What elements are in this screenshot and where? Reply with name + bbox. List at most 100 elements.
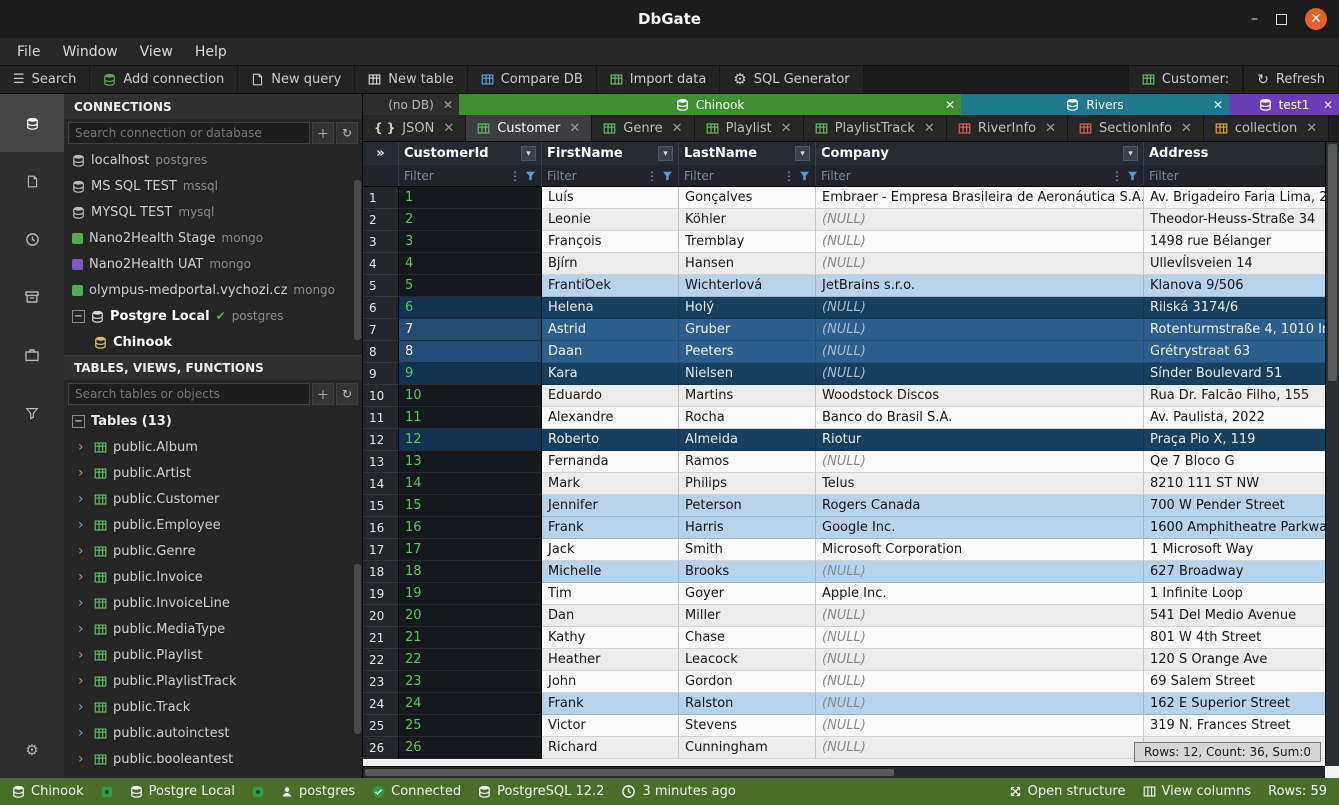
chevron-right-icon[interactable]: › [78, 621, 88, 637]
chevron-right-icon[interactable]: › [78, 699, 88, 715]
cell-company[interactable]: Google Inc. [816, 517, 1144, 539]
funnel-icon[interactable] [525, 170, 536, 181]
table-row[interactable]: 1010EduardoMartinsWoodstock DiscosRua Dr… [363, 385, 1339, 407]
cell-address[interactable]: Praça Pio X, 119 [1144, 429, 1339, 451]
cell-address[interactable]: Theodor-Heuss-Straße 34 [1144, 209, 1339, 231]
cell-firstname[interactable]: Jack [542, 539, 679, 561]
cell-lastname[interactable]: Hansen [679, 253, 816, 275]
cell-lastname[interactable]: Chase [679, 627, 816, 649]
cell-lastname[interactable]: Leacock [679, 649, 816, 671]
cell-address[interactable]: 700 W Pender Street [1144, 495, 1339, 517]
cell-lastname[interactable]: Holý [679, 297, 816, 319]
toolbar-button-add-connection[interactable]: Add connection [90, 66, 238, 93]
cell-firstname[interactable]: FrantiΌek [542, 275, 679, 297]
activity-history-button[interactable] [0, 210, 64, 268]
table-row[interactable]: 1313FernandaRamos(NULL)Qe 7 Bloco G [363, 451, 1339, 473]
cell-address[interactable]: Grétrystraat 63 [1144, 341, 1339, 363]
chevron-down-icon[interactable]: ▾ [1123, 146, 1138, 161]
cell-address[interactable]: 8210 111 ST NW [1144, 473, 1339, 495]
cell-firstname[interactable]: Frank [542, 693, 679, 715]
tab-group-chinook[interactable]: Chinook ✕ [459, 94, 961, 115]
cell-company[interactable]: Microsoft Corporation [816, 539, 1144, 561]
cell-lastname[interactable]: Ramos [679, 451, 816, 473]
cell-firstname[interactable]: Astrid [542, 319, 679, 341]
table-row[interactable]: 33FrançoisTremblay(NULL)1498 rue Bélange… [363, 231, 1339, 253]
table-row[interactable]: 1111AlexandreRochaBanco do Brasil S.A.Av… [363, 407, 1339, 429]
tab-group-test1[interactable]: test1 ✕ [1229, 94, 1339, 115]
cell-company[interactable]: Riotur [816, 429, 1144, 451]
activity-archive-button[interactable] [0, 268, 64, 326]
menu-window[interactable]: Window [51, 41, 128, 63]
cell-address[interactable]: 69 Salem Street [1144, 671, 1339, 693]
cell-firstname[interactable]: Bjírn [542, 253, 679, 275]
chevron-right-icon[interactable]: › [78, 647, 88, 663]
menu-view[interactable]: View [129, 41, 184, 63]
cell-firstname[interactable]: Luís [542, 187, 679, 209]
toolbar-button-customer[interactable]: Customer: [1128, 66, 1243, 93]
cell-company[interactable]: (NULL) [816, 649, 1144, 671]
connection-localhost[interactable]: localhost postgres [64, 147, 362, 173]
table-row[interactable]: 99KaraNielsen(NULL)Sínder Boulevard 51 [363, 363, 1339, 385]
cell-customerid[interactable]: 16 [399, 517, 542, 539]
cell-customerid[interactable]: 6 [399, 297, 542, 319]
cell-customerid[interactable]: 4 [399, 253, 542, 275]
connections-search-input[interactable] [68, 122, 310, 144]
cell-address[interactable]: 1 Infinite Loop [1144, 583, 1339, 605]
table-row[interactable]: 22LeonieKöhler(NULL)Theodor-Heuss-Straße… [363, 209, 1339, 231]
cell-company[interactable]: Apple Inc. [816, 583, 1144, 605]
chevron-right-icon[interactable]: › [78, 465, 88, 481]
close-icon[interactable]: ✕ [1306, 121, 1317, 136]
kebab-menu-icon[interactable]: ⋮ [1111, 169, 1123, 183]
cell-company[interactable]: (NULL) [816, 627, 1144, 649]
cell-company[interactable]: Banco do Brasil S.A. [816, 407, 1144, 429]
close-icon[interactable]: ✕ [1213, 98, 1223, 112]
connections-scrollbar[interactable] [354, 180, 361, 340]
column-header-address[interactable]: Address [1144, 142, 1339, 165]
table-row[interactable]: 2525VictorStevens(NULL)319 N. Frances St… [363, 715, 1339, 737]
cell-firstname[interactable]: John [542, 671, 679, 693]
cell-address[interactable]: Sínder Boulevard 51 [1144, 363, 1339, 385]
cell-lastname[interactable]: Stevens [679, 715, 816, 737]
cell-company[interactable]: (NULL) [816, 253, 1144, 275]
filter-input-lastname[interactable]: Filter ⋮ [679, 165, 816, 186]
table-row[interactable]: 2121KathyChase(NULL)801 W 4th Street [363, 627, 1339, 649]
minimize-button[interactable]: – [1251, 11, 1258, 27]
cell-customerid[interactable]: 12 [399, 429, 542, 451]
tab-group-no-db[interactable]: (no DB) ✕ [363, 94, 459, 115]
statusbar-chinook[interactable]: Chinook [12, 784, 84, 799]
cell-customerid[interactable]: 21 [399, 627, 542, 649]
table-row[interactable]: 1919TimGoyerApple Inc.1 Infinite Loop [363, 583, 1339, 605]
table-item-public-customer[interactable]: › public.Customer [64, 486, 362, 512]
cell-address[interactable]: Av. Brigadeiro Faria Lima, 2170 [1144, 187, 1339, 209]
collapse-icon[interactable]: − [72, 310, 85, 323]
cell-address[interactable]: Klanova 9/506 [1144, 275, 1339, 297]
cell-address[interactable]: Ullevĺlsveien 14 [1144, 253, 1339, 275]
cell-company[interactable]: (NULL) [816, 561, 1144, 583]
cell-firstname[interactable]: Fernanda [542, 451, 679, 473]
close-icon[interactable]: ✕ [672, 121, 683, 136]
toolbar-button-new-query[interactable]: New query [238, 66, 355, 93]
tables-scrollbar[interactable] [354, 564, 361, 734]
tab-json[interactable]: { }JSON ✕ [363, 115, 466, 141]
filter-input-firstname[interactable]: Filter ⋮ [542, 165, 679, 186]
tab-genre[interactable]: Genre ✕ [592, 115, 694, 141]
maximize-button[interactable] [1276, 14, 1287, 25]
cell-firstname[interactable]: Daan [542, 341, 679, 363]
add-connection-icon-button[interactable]: ＋ [312, 122, 334, 144]
activity-briefcase-button[interactable] [0, 326, 64, 384]
cell-address[interactable]: 801 W 4th Street [1144, 627, 1339, 649]
chevron-right-icon[interactable]: › [78, 751, 88, 767]
statusbar-view-columns[interactable]: View columns [1143, 784, 1252, 799]
cell-firstname[interactable]: Roberto [542, 429, 679, 451]
statusbar-postgre-local[interactable]: Postgre Local [130, 784, 235, 799]
column-header-firstname[interactable]: FirstName ▾ [542, 142, 679, 165]
close-icon[interactable]: ✕ [781, 121, 792, 136]
table-item-public-playlist[interactable]: › public.Playlist [64, 642, 362, 668]
cell-customerid[interactable]: 10 [399, 385, 542, 407]
table-row[interactable]: 1515JenniferPetersonRogers Canada700 W P… [363, 495, 1339, 517]
cell-lastname[interactable]: Rocha [679, 407, 816, 429]
cell-lastname[interactable]: Ralston [679, 693, 816, 715]
kebab-menu-icon[interactable]: ⋮ [509, 169, 521, 183]
cell-firstname[interactable]: Heather [542, 649, 679, 671]
cell-firstname[interactable]: Tim [542, 583, 679, 605]
